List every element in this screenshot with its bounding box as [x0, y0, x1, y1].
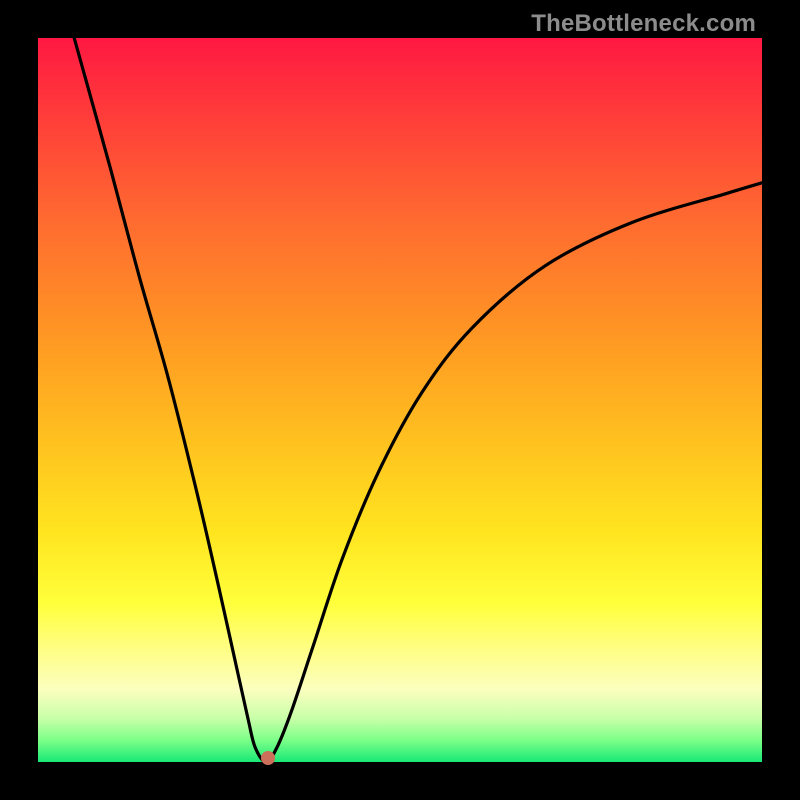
optimal-point-marker — [261, 751, 275, 765]
bottleneck-curve — [38, 38, 762, 762]
watermark-text: TheBottleneck.com — [531, 10, 756, 38]
chart-plot-area — [38, 38, 762, 762]
